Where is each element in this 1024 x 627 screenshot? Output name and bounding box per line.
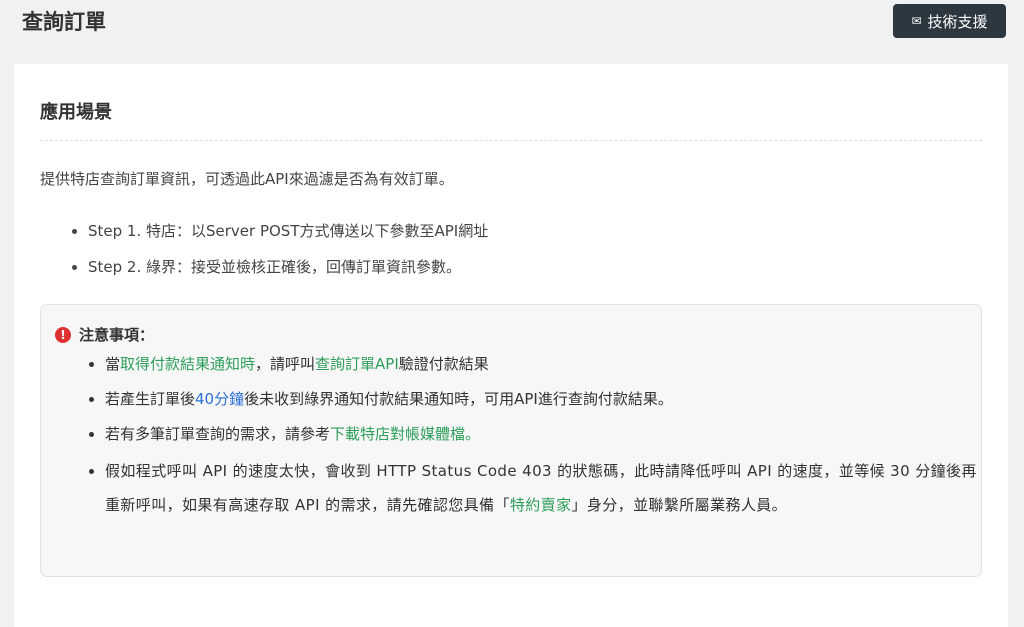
text: 」身分，並聯繫所屬業務人員。 bbox=[571, 496, 788, 514]
intro-text: 提供特店查詢訂單資訊，可透過此API來過濾是否為有效訂單。 bbox=[40, 170, 454, 188]
list-item: Step 1. 特店：以Server POST方式傳送以下參數至API網址 bbox=[88, 220, 488, 242]
divider bbox=[40, 140, 982, 141]
list-item: 假如程式呼叫 API 的速度太快，會收到 HTTP Status Code 40… bbox=[105, 454, 985, 522]
list-item: Step 2. 綠界：接受並檢核正確後，回傳訂單資訊參數。 bbox=[88, 256, 488, 278]
tech-support-label: 技術支援 bbox=[927, 12, 988, 31]
section-title: 應用場景 bbox=[40, 102, 112, 123]
mail-icon: ✉ bbox=[911, 14, 922, 28]
content-card: 應用場景 提供特店查詢訂單資訊，可透過此API來過濾是否為有效訂單。 Step … bbox=[14, 64, 1008, 627]
list-item: 若有多筆訂單查詢的需求，請參考下載特店對帳媒體檔。 bbox=[105, 423, 985, 445]
steps-list: Step 1. 特店：以Server POST方式傳送以下參數至API網址 St… bbox=[70, 220, 488, 292]
notice-title: 注意事項： bbox=[79, 326, 155, 344]
text: 若產生訂單後 bbox=[105, 390, 196, 408]
query-order-api-link[interactable]: 查詢訂單API bbox=[315, 355, 399, 373]
text: 。 bbox=[465, 425, 481, 443]
highlight-text: 40分鐘 bbox=[195, 390, 245, 408]
payment-result-notice-link[interactable]: 取得付款結果通知時 bbox=[120, 355, 255, 373]
download-reconciliation-file-link[interactable]: 下載特店對帳媒體檔 bbox=[330, 425, 465, 443]
contract-seller-link[interactable]: 特約賣家 bbox=[510, 496, 572, 514]
exclamation-icon: ! bbox=[55, 326, 71, 343]
text: 若有多筆訂單查詢的需求，請參考 bbox=[105, 425, 331, 443]
notice-list: 當取得付款結果通知時，請呼叫查詢訂單API驗證付款結果 若產生訂單後40分鐘後未… bbox=[87, 353, 985, 535]
notice-box: ! 注意事項： 當取得付款結果通知時，請呼叫查詢訂單API驗證付款結果 若產生訂… bbox=[40, 304, 982, 577]
notice-header: ! 注意事項： bbox=[55, 324, 154, 345]
text: ，請呼叫 bbox=[255, 355, 316, 373]
page-title: 查詢訂單 bbox=[22, 10, 106, 34]
text: 後未收到綠界通知付款結果通知時，可用API進行查詢付款結果。 bbox=[244, 390, 673, 408]
text: 當 bbox=[105, 355, 121, 373]
tech-support-button[interactable]: ✉ 技術支援 bbox=[893, 4, 1006, 38]
text: 驗證付款結果 bbox=[398, 355, 489, 373]
list-item: 若產生訂單後40分鐘後未收到綠界通知付款結果通知時，可用API進行查詢付款結果。 bbox=[105, 388, 985, 410]
list-item: 當取得付款結果通知時，請呼叫查詢訂單API驗證付款結果 bbox=[105, 353, 985, 375]
